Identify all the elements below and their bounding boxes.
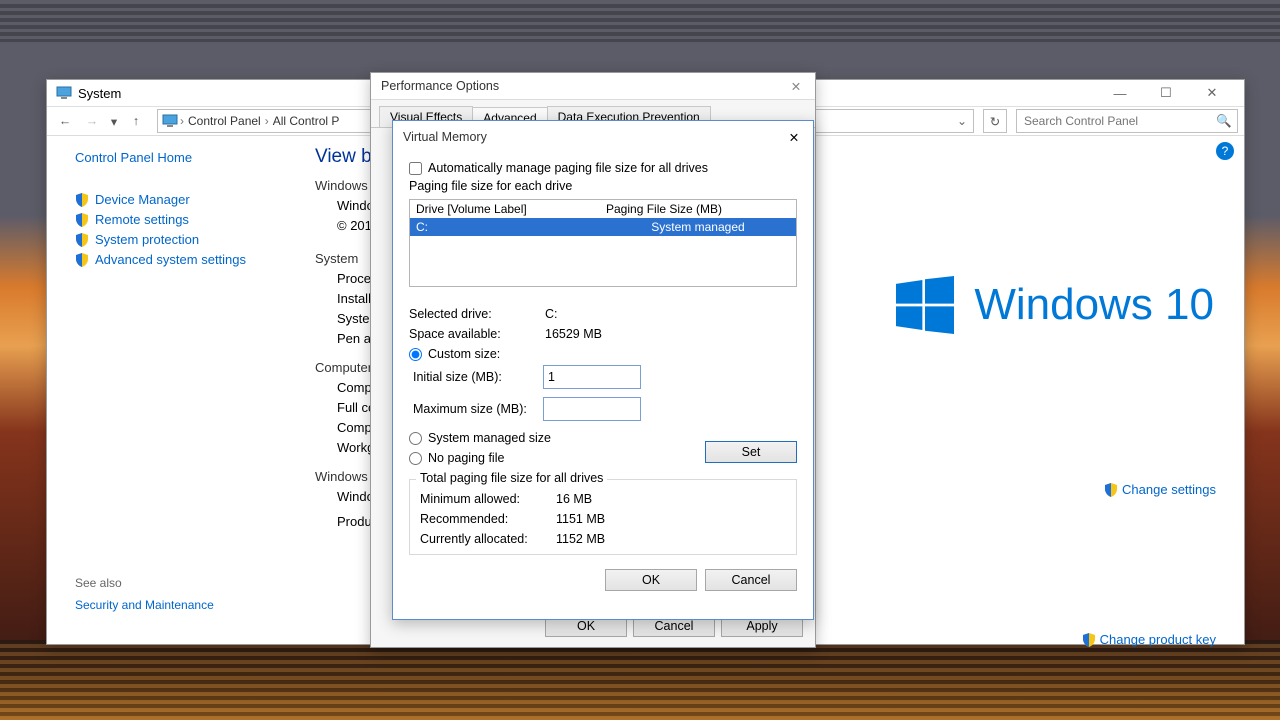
sidebar-item-label: System protection xyxy=(95,232,199,247)
close-icon[interactable]: ✕ xyxy=(785,130,803,145)
chevron-down-icon[interactable]: ⌄ xyxy=(957,114,969,128)
system-icon xyxy=(162,113,178,129)
change-settings-link[interactable]: Change settings xyxy=(1104,482,1216,497)
virtual-memory-dialog: Virtual Memory ✕ Automatically manage pa… xyxy=(392,120,814,620)
close-icon[interactable]: ✕ xyxy=(787,79,805,94)
cancel-button[interactable]: Cancel xyxy=(705,569,797,591)
set-button[interactable]: Set xyxy=(705,441,797,463)
shield-icon xyxy=(1082,633,1096,647)
refresh-button[interactable]: ↻ xyxy=(983,109,1007,133)
maximize-button[interactable]: ☐ xyxy=(1143,80,1189,106)
shield-icon xyxy=(75,213,89,227)
sidebar-item-advanced-system-settings[interactable]: Advanced system settings xyxy=(75,252,305,267)
breadcrumb[interactable]: Control Panel xyxy=(186,114,263,128)
shield-icon xyxy=(1104,483,1118,497)
ok-button[interactable]: OK xyxy=(605,569,697,591)
drive-list-box: Drive [Volume Label] Paging File Size (M… xyxy=(409,199,797,287)
each-drive-label: Paging file size for each drive xyxy=(409,179,797,193)
see-also-label: See also xyxy=(75,576,214,590)
windows-brand: Windows 10 xyxy=(896,276,1214,334)
drive-row[interactable]: C: System managed xyxy=(410,218,796,236)
min-allowed-value: 16 MB xyxy=(556,492,592,506)
space-available-value: 16529 MB xyxy=(545,327,602,341)
change-product-key-link[interactable]: Change product key xyxy=(1082,632,1216,647)
sidebar-item-label: Device Manager xyxy=(95,192,190,207)
initial-size-label: Initial size (MB): xyxy=(413,370,543,384)
maximum-size-input[interactable] xyxy=(543,397,641,421)
control-panel-home-link[interactable]: Control Panel Home xyxy=(75,150,305,165)
help-icon[interactable]: ? xyxy=(1216,142,1234,160)
col-drive: Drive [Volume Label] xyxy=(416,202,606,216)
currently-allocated-value: 1152 MB xyxy=(556,532,605,546)
dialog-title[interactable]: Performance Options ✕ xyxy=(371,73,815,100)
sidebar-item-system-protection[interactable]: System protection xyxy=(75,232,305,247)
custom-size-radio[interactable]: Custom size: xyxy=(409,347,797,361)
shield-icon xyxy=(75,253,89,267)
breadcrumb[interactable]: All Control P xyxy=(271,114,342,128)
brand-text: Windows 10 xyxy=(974,280,1214,330)
up-button[interactable]: ↑ xyxy=(124,109,148,133)
search-icon: 🔍 xyxy=(1216,114,1232,129)
space-available-label: Space available: xyxy=(409,327,545,341)
auto-manage-input[interactable] xyxy=(409,162,422,175)
back-button[interactable]: ← xyxy=(53,109,77,133)
col-size: Paging File Size (MB) xyxy=(606,202,722,216)
min-allowed-label: Minimum allowed: xyxy=(420,492,556,506)
windows-logo-icon xyxy=(896,276,954,334)
shield-icon xyxy=(75,193,89,207)
shield-icon xyxy=(75,233,89,247)
search-box[interactable]: 🔍 xyxy=(1016,109,1238,133)
sidebar: Control Panel Home Device Manager Remote… xyxy=(47,136,315,644)
forward-button[interactable]: → xyxy=(80,109,104,133)
sidebar-item-label: Advanced system settings xyxy=(95,252,246,267)
recommended-label: Recommended: xyxy=(420,512,556,526)
auto-manage-checkbox[interactable]: Automatically manage paging file size fo… xyxy=(409,161,797,175)
total-frame: Total paging file size for all drives Mi… xyxy=(409,479,797,555)
sidebar-item-remote-settings[interactable]: Remote settings xyxy=(75,212,305,227)
maximum-size-label: Maximum size (MB): xyxy=(413,402,543,416)
close-button[interactable]: ✕ xyxy=(1189,80,1235,106)
dialog-title[interactable]: Virtual Memory ✕ xyxy=(393,121,813,153)
window-title: System xyxy=(78,86,121,101)
search-input[interactable] xyxy=(1022,113,1216,129)
total-label: Total paging file size for all drives xyxy=(416,471,607,485)
currently-allocated-label: Currently allocated: xyxy=(420,532,556,546)
sidebar-item-device-manager[interactable]: Device Manager xyxy=(75,192,305,207)
recommended-value: 1151 MB xyxy=(556,512,605,526)
selected-drive-value: C: xyxy=(545,307,558,321)
initial-size-input[interactable] xyxy=(543,365,641,389)
recent-dropdown[interactable]: ▾ xyxy=(107,109,121,133)
drive-list[interactable]: C: System managed xyxy=(410,218,796,286)
selected-drive-label: Selected drive: xyxy=(409,307,545,321)
system-icon xyxy=(56,85,72,101)
security-maintenance-link[interactable]: Security and Maintenance xyxy=(75,598,214,612)
sidebar-item-label: Remote settings xyxy=(95,212,189,227)
minimize-button[interactable]: ― xyxy=(1097,80,1143,106)
